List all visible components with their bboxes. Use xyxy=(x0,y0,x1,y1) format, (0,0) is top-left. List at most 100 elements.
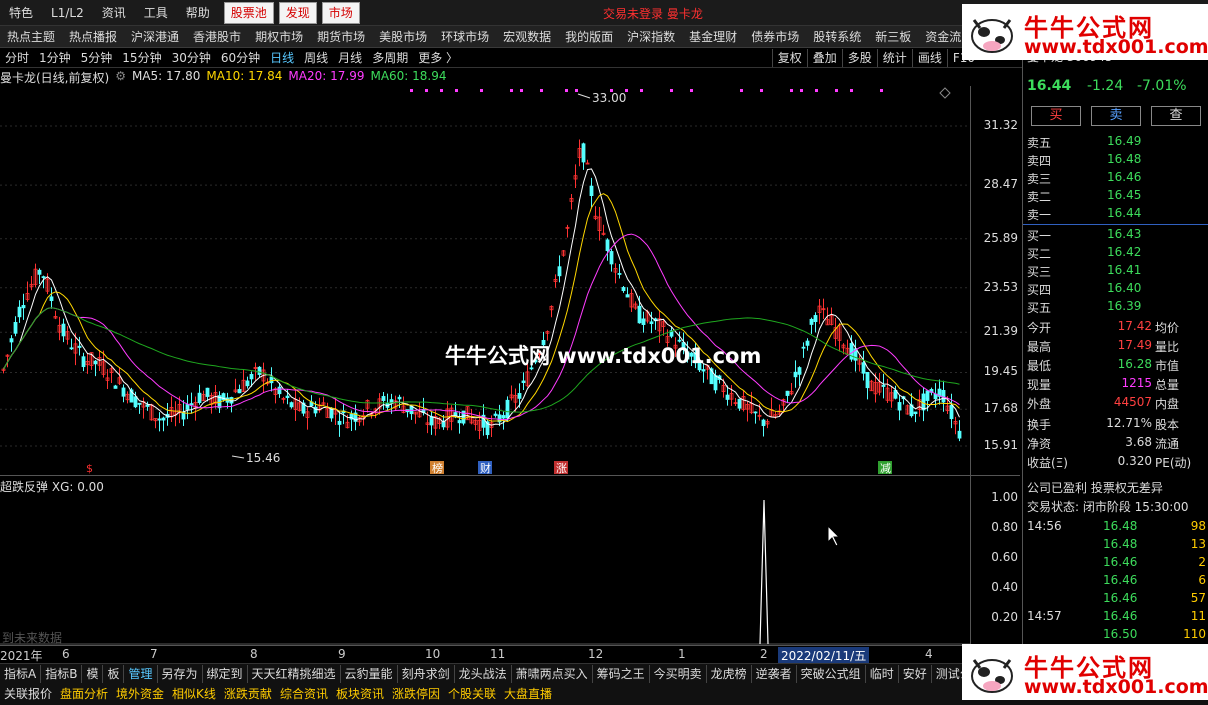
sell-button[interactable]: 卖 xyxy=(1091,106,1141,126)
period-tab[interactable]: 更多 〉 xyxy=(413,48,463,67)
nav-item[interactable]: 热点播报 xyxy=(62,26,124,47)
info-tab[interactable]: 综合资讯 xyxy=(276,684,332,704)
formula-tab[interactable]: 临时 xyxy=(866,664,899,683)
nav-item[interactable]: 沪深港通 xyxy=(124,26,186,47)
nav-item[interactable]: 环球市场 xyxy=(434,26,496,47)
formula-tab[interactable]: 逆袭者 xyxy=(752,664,797,683)
candle xyxy=(385,393,390,411)
period-tab[interactable]: 15分钟 xyxy=(117,48,166,67)
signal-dots xyxy=(410,89,883,92)
formula-tab[interactable]: 模 xyxy=(82,664,104,683)
nav-item[interactable]: 美股市场 xyxy=(372,26,434,47)
buy-button[interactable]: 买 xyxy=(1031,106,1081,126)
formula-tab[interactable]: 安好 xyxy=(899,664,932,683)
time-tick-label: 6 xyxy=(62,647,70,661)
high-label: 33.00 xyxy=(592,91,626,105)
nav-item[interactable]: 基金理财 xyxy=(682,26,744,47)
formula-tab[interactable]: 指标B xyxy=(41,664,83,683)
candle xyxy=(185,395,190,420)
formula-tab[interactable]: 刻舟求剑 xyxy=(398,664,455,683)
status-row: 交易状态: 闭市阶段 15:30:00 xyxy=(1027,498,1208,517)
candle xyxy=(109,365,114,383)
nav-item[interactable]: 债券市场 xyxy=(744,26,806,47)
info-tab[interactable]: 大盘直播 xyxy=(500,684,556,704)
info-tab[interactable]: 相似K线 xyxy=(168,684,220,704)
nav-item[interactable]: 香港股市 xyxy=(186,26,248,47)
info-tab[interactable]: 涨跌停因 xyxy=(388,684,444,704)
period-tab[interactable]: 60分钟 xyxy=(216,48,265,67)
nav-item[interactable]: 股转系统 xyxy=(806,26,868,47)
period-tab[interactable]: 30分钟 xyxy=(167,48,216,67)
kline-chart[interactable]: 33.00 15.46 $ 榜 财 涨 减 xyxy=(0,86,970,475)
formula-tab[interactable]: 今买明卖 xyxy=(650,664,707,683)
logo-top: 牛牛公式网 www.tdx001.com xyxy=(962,4,1208,60)
formula-tab[interactable]: 突破公式组 xyxy=(797,664,866,683)
period-tab[interactable]: 5分钟 xyxy=(76,48,118,67)
indicator-chart[interactable]: 到未来数据 xyxy=(0,490,970,645)
menu-item-tools[interactable]: 工具 xyxy=(135,0,177,25)
candle xyxy=(549,305,554,318)
chart-tool-button[interactable]: 画线 xyxy=(911,49,947,67)
candle xyxy=(397,394,402,408)
cursor-date-label: 2022/02/11/五 xyxy=(778,647,870,664)
period-tab[interactable]: 多周期 xyxy=(367,48,413,67)
info-tab[interactable]: 板块资讯 xyxy=(332,684,388,704)
nav-item[interactable]: 热点主题 xyxy=(0,26,62,47)
info-tab[interactable]: 涨跌贡献 xyxy=(220,684,276,704)
formula-tab[interactable]: 萧啸两点买入 xyxy=(512,664,593,683)
nav-item[interactable]: 沪深指数 xyxy=(620,26,682,47)
formula-tab[interactable]: 筹码之王 xyxy=(593,664,650,683)
menu-item-help[interactable]: 帮助 xyxy=(177,0,219,25)
formula-tab[interactable]: 龙头战法 xyxy=(455,664,512,683)
menu-item-news[interactable]: 资讯 xyxy=(93,0,135,25)
period-tab[interactable]: 1分钟 xyxy=(34,48,76,67)
formula-tab[interactable]: 管理 xyxy=(124,664,158,683)
nav-item[interactable]: 我的版面 xyxy=(558,26,620,47)
nav-item[interactable]: 宏观数据 xyxy=(496,26,558,47)
stat-value: 3.68 xyxy=(1125,435,1152,449)
formula-tab[interactable]: 龙虎榜 xyxy=(707,664,752,683)
period-tab[interactable]: 月线 xyxy=(333,48,367,67)
chart-tools: 复权叠加多股统计画线F10 xyxy=(771,49,980,67)
market-button[interactable]: 市场 xyxy=(321,1,360,24)
chart-tool-button[interactable]: 统计 xyxy=(876,49,912,67)
price-tick-label: 19.45 xyxy=(983,364,1018,379)
nav-item[interactable]: 期货市场 xyxy=(310,26,372,47)
stat-value: 17.49 xyxy=(1117,338,1152,352)
formula-tab[interactable]: 绑定到 xyxy=(203,664,248,683)
chart-tool-button[interactable]: 复权 xyxy=(771,49,807,67)
nav-item[interactable]: 资金流 xyxy=(918,26,968,47)
period-tab[interactable]: 分时 xyxy=(0,48,34,67)
price-tick-label: 17.68 xyxy=(983,401,1018,416)
period-tab[interactable]: 日线 xyxy=(265,48,299,67)
formula-tab[interactable]: 天天红精挑细选 xyxy=(248,664,341,683)
chart-tool-button[interactable]: 叠加 xyxy=(806,49,842,67)
info-tab[interactable]: 关联报价 xyxy=(0,684,56,704)
formula-tab[interactable]: 板 xyxy=(103,664,125,683)
discover-button[interactable]: 发现 xyxy=(278,1,317,24)
candle xyxy=(13,316,18,337)
stock-pool-button[interactable]: 股票池 xyxy=(223,1,274,24)
menu-item-special[interactable]: 特色 xyxy=(0,0,42,25)
menu-item-l1l2[interactable]: L1/L2 xyxy=(42,0,93,25)
formula-tab[interactable]: 云豹量能 xyxy=(341,664,398,683)
ask-price: 16.45 xyxy=(1107,188,1142,202)
stat-value: 17.42 xyxy=(1117,319,1152,333)
candle xyxy=(565,224,570,238)
query-button[interactable]: 查 xyxy=(1151,106,1201,126)
nav-item[interactable]: 期权市场 xyxy=(248,26,310,47)
stat-label: 收益(Ξ) xyxy=(1027,456,1068,470)
formula-tab[interactable]: 另存为 xyxy=(158,664,203,683)
candle xyxy=(589,177,594,208)
period-tab[interactable]: 周线 xyxy=(299,48,333,67)
info-tab[interactable]: 境外资金 xyxy=(112,684,168,704)
chart-tool-button[interactable]: 多股 xyxy=(841,49,877,67)
formula-tab[interactable]: 指标A xyxy=(0,664,42,683)
nav-item[interactable]: 新三板 xyxy=(868,26,918,47)
tick-volume: 57 xyxy=(1190,591,1206,605)
candle xyxy=(897,395,902,421)
settings-icon[interactable]: ⚙ xyxy=(115,69,126,86)
price-tick-label: 25.89 xyxy=(983,230,1018,245)
info-tab[interactable]: 盘面分析 xyxy=(56,684,112,704)
info-tab[interactable]: 个股关联 xyxy=(444,684,500,704)
